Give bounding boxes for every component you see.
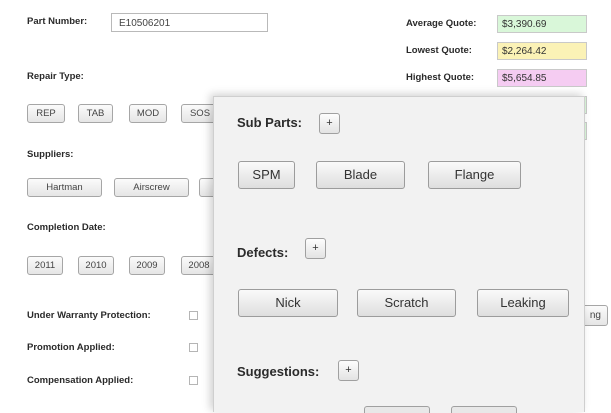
average-quote-label: Average Quote: [406, 18, 477, 29]
supplier-airscrew-button[interactable]: Airscrew [114, 178, 189, 197]
sub-parts-label: Sub Parts: [237, 115, 303, 130]
add-suggestion-button[interactable]: + [338, 360, 359, 381]
highest-quote-value: $5,654.85 [497, 69, 587, 87]
cut-off-button-left[interactable] [364, 406, 430, 413]
completion-date-label: Completion Date: [27, 222, 106, 233]
lowest-quote-label: Lowest Quote: [406, 45, 472, 56]
add-defect-button[interactable]: + [305, 238, 326, 259]
sub-part-spm-button[interactable]: SPM [238, 161, 295, 189]
repair-type-rep-button[interactable]: REP [27, 104, 65, 123]
compensation-checkbox[interactable] [189, 376, 198, 385]
part-number-label: Part Number: [27, 16, 88, 27]
defect-scratch-button[interactable]: Scratch [357, 289, 456, 317]
cut-off-button-right[interactable] [451, 406, 517, 413]
highest-quote-label: Highest Quote: [406, 72, 475, 83]
promotion-label: Promotion Applied: [27, 342, 115, 353]
promotion-checkbox[interactable] [189, 343, 198, 352]
year-2011-button[interactable]: 2011 [27, 256, 63, 275]
lowest-quote-value: $2,264.42 [497, 42, 587, 60]
year-2010-button[interactable]: 2010 [78, 256, 114, 275]
repair-type-label: Repair Type: [27, 71, 84, 82]
suggestions-label: Suggestions: [237, 364, 320, 379]
warranty-checkbox[interactable] [189, 311, 198, 320]
year-2009-button[interactable]: 2009 [129, 256, 165, 275]
repair-type-mod-button[interactable]: MOD [129, 104, 167, 123]
defect-leaking-button[interactable]: Leaking [477, 289, 569, 317]
sub-part-flange-button[interactable]: Flange [428, 161, 521, 189]
supplier-hartman-button[interactable]: Hartman [27, 178, 102, 197]
defect-nick-button[interactable]: Nick [238, 289, 338, 317]
defects-label: Defects: [237, 245, 289, 260]
sub-part-blade-button[interactable]: Blade [316, 161, 405, 189]
add-sub-part-button[interactable]: + [319, 113, 340, 134]
part-number-input[interactable]: E10506201 [111, 13, 268, 32]
repair-type-tab-button[interactable]: TAB [78, 104, 113, 123]
year-2008-button[interactable]: 2008 [181, 256, 217, 275]
suppliers-label: Suppliers: [27, 149, 74, 160]
detail-panel: Sub Parts: + SPM Blade Flange Defects: +… [213, 96, 585, 413]
average-quote-value: $3,390.69 [497, 15, 587, 33]
warranty-label: Under Warranty Protection: [27, 310, 151, 321]
partial-right-button-label: ng [589, 310, 601, 321]
compensation-label: Compensation Applied: [27, 375, 134, 386]
